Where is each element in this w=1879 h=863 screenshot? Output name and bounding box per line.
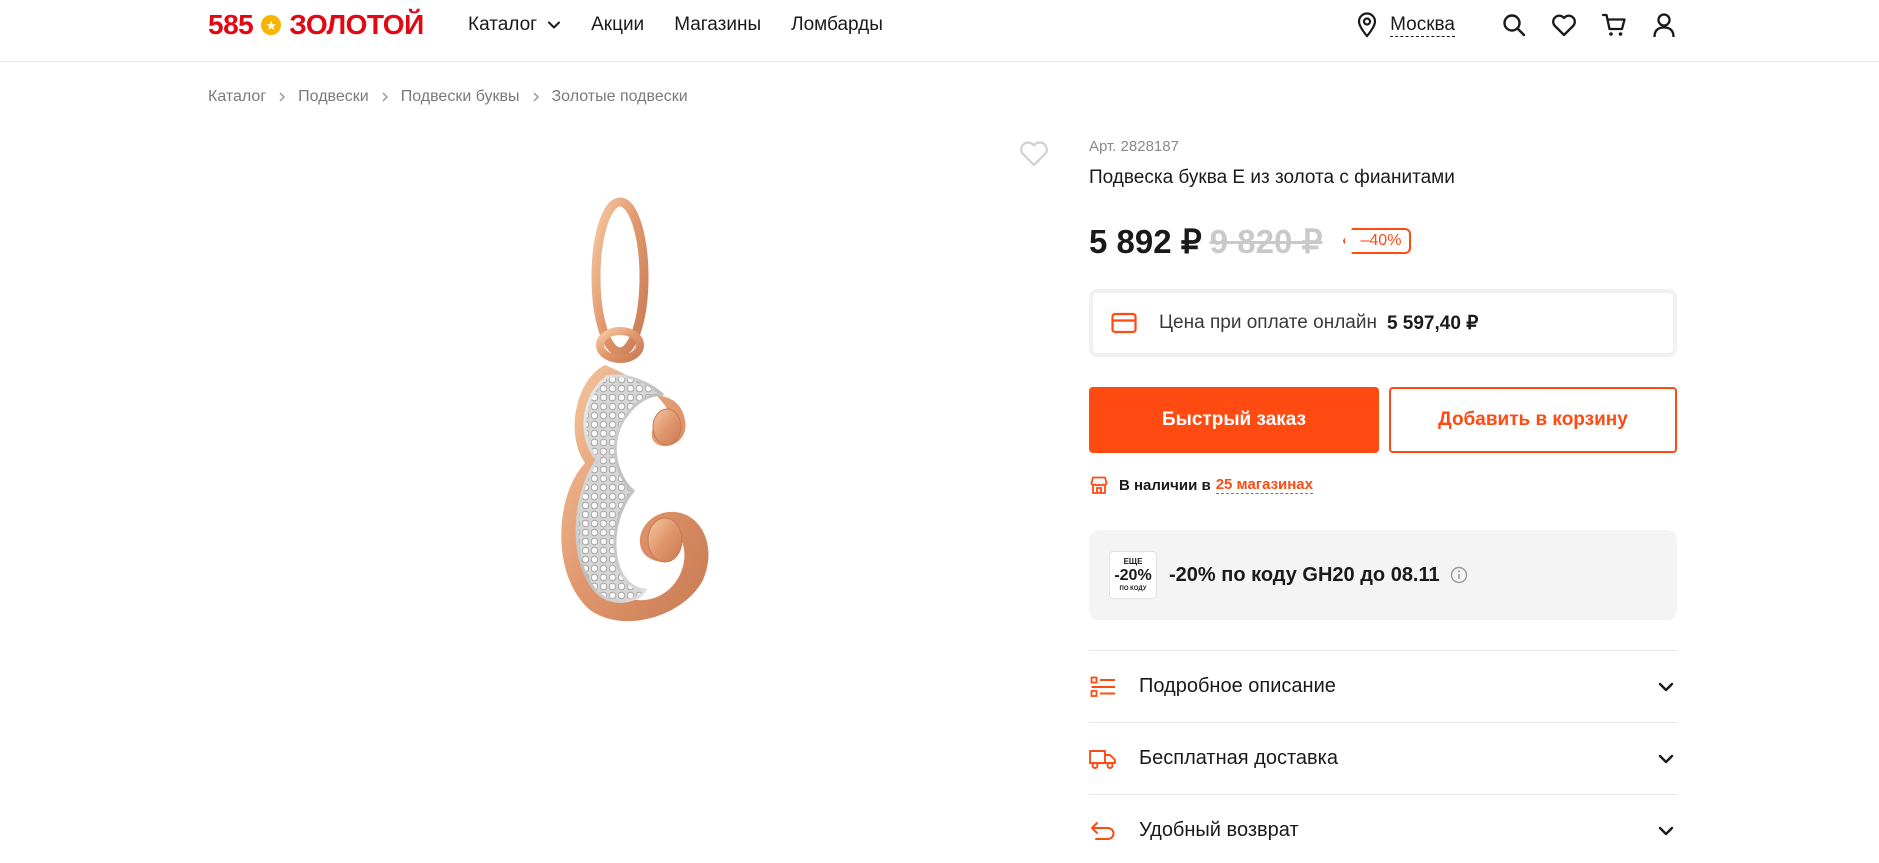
chevron-down-icon bbox=[1658, 754, 1674, 763]
promo-badge-value: -20% bbox=[1114, 567, 1152, 584]
quick-order-button[interactable]: Быстрый заказ bbox=[1089, 387, 1379, 453]
breadcrumb-item[interactable]: Подвески bbox=[298, 88, 369, 106]
accordion-returns[interactable]: Удобный возврат bbox=[1089, 794, 1677, 863]
logo-word: ЗОЛОТОЙ bbox=[289, 9, 424, 40]
product-image-pendant bbox=[561, 197, 709, 622]
heart-icon bbox=[1552, 14, 1576, 37]
availability-label: В наличии в bbox=[1119, 476, 1211, 494]
promo-badge-top: ЕЩЕ bbox=[1123, 557, 1143, 566]
online-price-label: Цена при оплате онлайн bbox=[1159, 312, 1377, 333]
online-price-box: Цена при оплате онлайн 5 597,40 ₽ bbox=[1089, 289, 1677, 357]
nav-item-stores[interactable]: Магазины bbox=[674, 14, 761, 36]
accordion-description[interactable]: Подробное описание bbox=[1089, 650, 1677, 722]
location-icon bbox=[1358, 12, 1377, 38]
add-to-favorites-heart-icon[interactable] bbox=[1018, 140, 1050, 168]
chevron-right-icon bbox=[382, 92, 388, 102]
nav-item-label: Акции bbox=[591, 14, 645, 35]
accordion-label: Бесплатная доставка bbox=[1139, 747, 1338, 769]
city-label: Москва bbox=[1390, 13, 1455, 37]
chevron-down-icon bbox=[1658, 682, 1674, 691]
availability: В наличии в 25 магазинах bbox=[1089, 475, 1677, 495]
accordion-label: Удобный возврат bbox=[1139, 819, 1299, 841]
add-to-cart-button[interactable]: Добавить в корзину bbox=[1389, 387, 1677, 453]
product-sku: Арт. 2828187 bbox=[1089, 138, 1179, 155]
logo-star-icon: ★ bbox=[261, 15, 282, 35]
account-button[interactable] bbox=[1651, 12, 1677, 38]
logo[interactable]: 585 ★ ЗОЛОТОЙ bbox=[208, 8, 424, 42]
promo-text: -20% по коду GH20 до 08.11 bbox=[1169, 563, 1440, 586]
city-selector[interactable]: Москва bbox=[1356, 12, 1455, 38]
breadcrumb-item[interactable]: Золотые подвески bbox=[552, 88, 688, 106]
promo-badge: ЕЩЕ -20% ПО КОДУ bbox=[1109, 551, 1157, 599]
user-icon bbox=[1653, 13, 1675, 38]
breadcrumb-item[interactable]: Каталог bbox=[208, 88, 266, 106]
price-row: 5 892 ₽ 9 820 ₽ –40% bbox=[1089, 221, 1677, 261]
breadcrumb-item[interactable]: Подвески буквы bbox=[401, 88, 520, 106]
list-icon bbox=[1089, 673, 1117, 701]
search-icon bbox=[1503, 14, 1526, 37]
credit-card-icon bbox=[1111, 312, 1137, 334]
site-header: 585 ★ ЗОЛОТОЙ Каталог Акции Магазины Лом… bbox=[0, 0, 1879, 62]
nav-item-label: Каталог bbox=[468, 14, 538, 35]
return-arrow-icon bbox=[1089, 817, 1117, 845]
stores-availability-link[interactable]: 25 магазинах bbox=[1215, 476, 1313, 494]
cart-button[interactable] bbox=[1601, 12, 1627, 38]
price-current: 5 892 ₽ bbox=[1089, 222, 1202, 260]
nav-item-promotions[interactable]: Акции bbox=[591, 14, 644, 36]
product-title: Подвеска буква Е из золота с фианитами bbox=[1089, 167, 1455, 188]
promo-badge-bottom: ПО КОДУ bbox=[1119, 586, 1147, 592]
online-price-value: 5 597,40 ₽ bbox=[1386, 312, 1479, 334]
cart-icon bbox=[1601, 13, 1626, 36]
info-icon[interactable] bbox=[1450, 566, 1468, 584]
nav-item-catalog[interactable]: Каталог bbox=[468, 14, 561, 36]
details-accordion: Подробное описание Бесплатная доставка У… bbox=[1089, 650, 1677, 863]
chevron-right-icon bbox=[532, 92, 539, 102]
nav-item-label: Ломбарды bbox=[791, 14, 883, 35]
price-old: 9 820 ₽ bbox=[1209, 222, 1323, 260]
delivery-truck-icon bbox=[1089, 745, 1117, 773]
nav-item-label: Магазины bbox=[674, 14, 762, 35]
header-actions: Москва bbox=[1356, 8, 1677, 42]
accordion-label: Подробное описание bbox=[1139, 675, 1336, 697]
search-button[interactable] bbox=[1501, 12, 1527, 38]
purchase-buttons: Быстрый заказ Добавить в корзину bbox=[1089, 387, 1677, 453]
main-nav: Каталог Акции Магазины Ломбарды bbox=[468, 12, 913, 38]
chevron-down-icon bbox=[1658, 826, 1674, 835]
accordion-delivery[interactable]: Бесплатная доставка bbox=[1089, 722, 1677, 794]
breadcrumb: Каталог Подвески Подвески буквы Золотые … bbox=[208, 88, 688, 106]
favorites-button[interactable] bbox=[1551, 12, 1577, 38]
promo-banner: ЕЩЕ -20% ПО КОДУ -20% по коду GH20 до 08… bbox=[1089, 530, 1677, 620]
nav-item-pawnshops[interactable]: Ломбарды bbox=[791, 14, 883, 36]
store-icon bbox=[1090, 476, 1108, 494]
product-info: Арт. 2828187 Подвеска буква Е из золота … bbox=[1089, 138, 1677, 863]
chevron-right-icon bbox=[279, 92, 286, 102]
chevron-down-icon bbox=[548, 21, 561, 29]
logo-number: 585 bbox=[208, 9, 254, 40]
discount-badge: –40% bbox=[1342, 228, 1412, 254]
